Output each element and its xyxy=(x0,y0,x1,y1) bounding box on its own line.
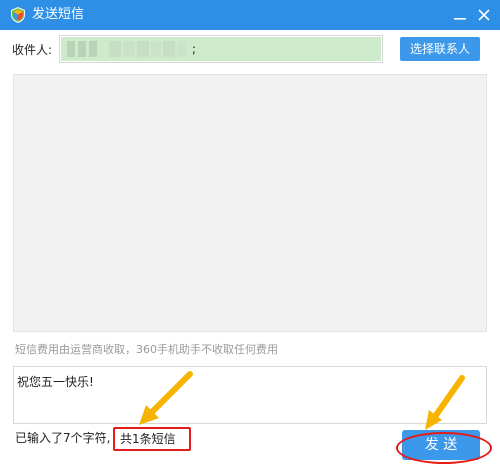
message-input[interactable]: 祝您五一快乐! xyxy=(13,366,487,424)
recipient-separator: ; xyxy=(192,42,197,56)
sms-count-highlight: 共1条短信 xyxy=(113,427,191,451)
minimize-icon[interactable] xyxy=(450,5,470,25)
window-title: 发送短信 xyxy=(32,7,85,22)
send-button-label: 发 送 xyxy=(424,437,458,453)
recipient-label: 收件人: xyxy=(12,43,53,57)
fee-notice: 短信费用由运营商收取，360手机助手不收取任何费用 xyxy=(15,343,278,356)
recipient-input[interactable]: ; xyxy=(59,35,383,63)
app-logo-icon xyxy=(11,7,25,23)
typed-character-count: 已输入了7个字符, xyxy=(15,431,111,445)
message-preview-area xyxy=(13,74,487,332)
close-icon[interactable] xyxy=(474,5,494,25)
title-bar: 发送短信 xyxy=(0,0,500,30)
recipient-field-fill: ; xyxy=(61,37,381,61)
recipient-blurred-number xyxy=(67,41,187,57)
select-contacts-button[interactable]: 选择联系人 xyxy=(400,37,480,61)
message-text: 祝您五一快乐! xyxy=(17,375,94,389)
sms-count: 共1条短信 xyxy=(120,432,176,446)
